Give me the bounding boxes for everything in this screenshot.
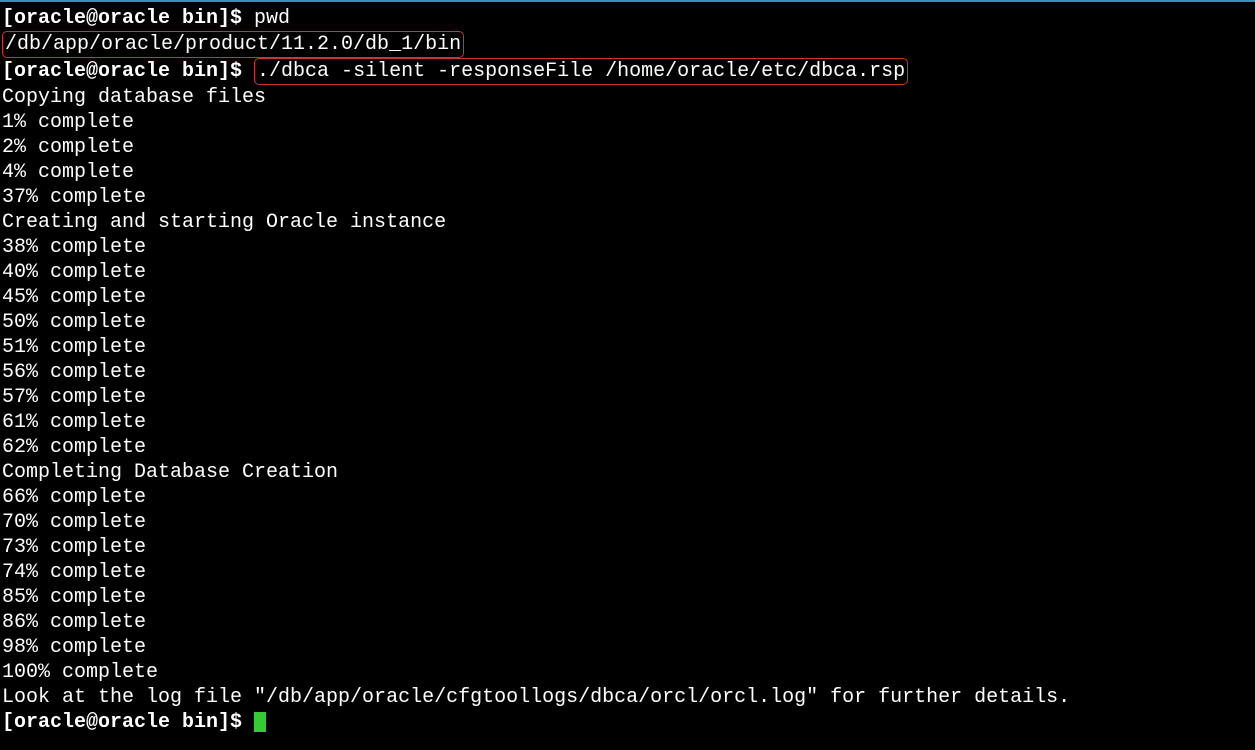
- highlighted-command: ./dbca -silent -responseFile /home/oracl…: [254, 58, 908, 85]
- terminal-output-line: 2% complete: [2, 135, 1253, 160]
- terminal-output-line: 74% complete: [2, 560, 1253, 585]
- shell-prompt: [oracle@oracle bin]$: [2, 60, 254, 83]
- terminal-output-line: 73% complete: [2, 535, 1253, 560]
- terminal-line: [oracle@oracle bin]$ pwd: [2, 6, 1253, 31]
- terminal-window[interactable]: [oracle@oracle bin]$ pwd /db/app/oracle/…: [0, 2, 1255, 739]
- terminal-output-line: Creating and starting Oracle instance: [2, 210, 1253, 235]
- command-text: pwd: [254, 7, 290, 30]
- terminal-output-line: Completing Database Creation: [2, 460, 1253, 485]
- terminal-output-line: 66% complete: [2, 485, 1253, 510]
- terminal-output-line: 62% complete: [2, 435, 1253, 460]
- terminal-output-line: 4% complete: [2, 160, 1253, 185]
- terminal-output-line: 45% complete: [2, 285, 1253, 310]
- terminal-line: /db/app/oracle/product/11.2.0/db_1/bin: [2, 31, 1253, 58]
- terminal-output-line: 56% complete: [2, 360, 1253, 385]
- terminal-output-line: 98% complete: [2, 635, 1253, 660]
- terminal-output-line: 51% complete: [2, 335, 1253, 360]
- terminal-output: Copying database files1% complete2% comp…: [2, 85, 1253, 710]
- shell-prompt: [oracle@oracle bin]$: [2, 7, 254, 30]
- shell-prompt: [oracle@oracle bin]$: [2, 711, 254, 734]
- terminal-output-line: 37% complete: [2, 185, 1253, 210]
- terminal-output-line: Copying database files: [2, 85, 1253, 110]
- terminal-line: [oracle@oracle bin]$: [2, 710, 1253, 735]
- highlighted-path: /db/app/oracle/product/11.2.0/db_1/bin: [2, 31, 464, 58]
- terminal-output-line: 86% complete: [2, 610, 1253, 635]
- terminal-output-line: 100% complete: [2, 660, 1253, 685]
- terminal-output-line: Look at the log file "/db/app/oracle/cfg…: [2, 685, 1253, 710]
- terminal-output-line: 40% complete: [2, 260, 1253, 285]
- cursor-block: [254, 712, 266, 732]
- terminal-output-line: 50% complete: [2, 310, 1253, 335]
- terminal-output-line: 85% complete: [2, 585, 1253, 610]
- terminal-output-line: 38% complete: [2, 235, 1253, 260]
- terminal-output-line: 70% complete: [2, 510, 1253, 535]
- terminal-output-line: 57% complete: [2, 385, 1253, 410]
- terminal-output-line: 1% complete: [2, 110, 1253, 135]
- terminal-line: [oracle@oracle bin]$ ./dbca -silent -res…: [2, 58, 1253, 85]
- terminal-output-line: 61% complete: [2, 410, 1253, 435]
